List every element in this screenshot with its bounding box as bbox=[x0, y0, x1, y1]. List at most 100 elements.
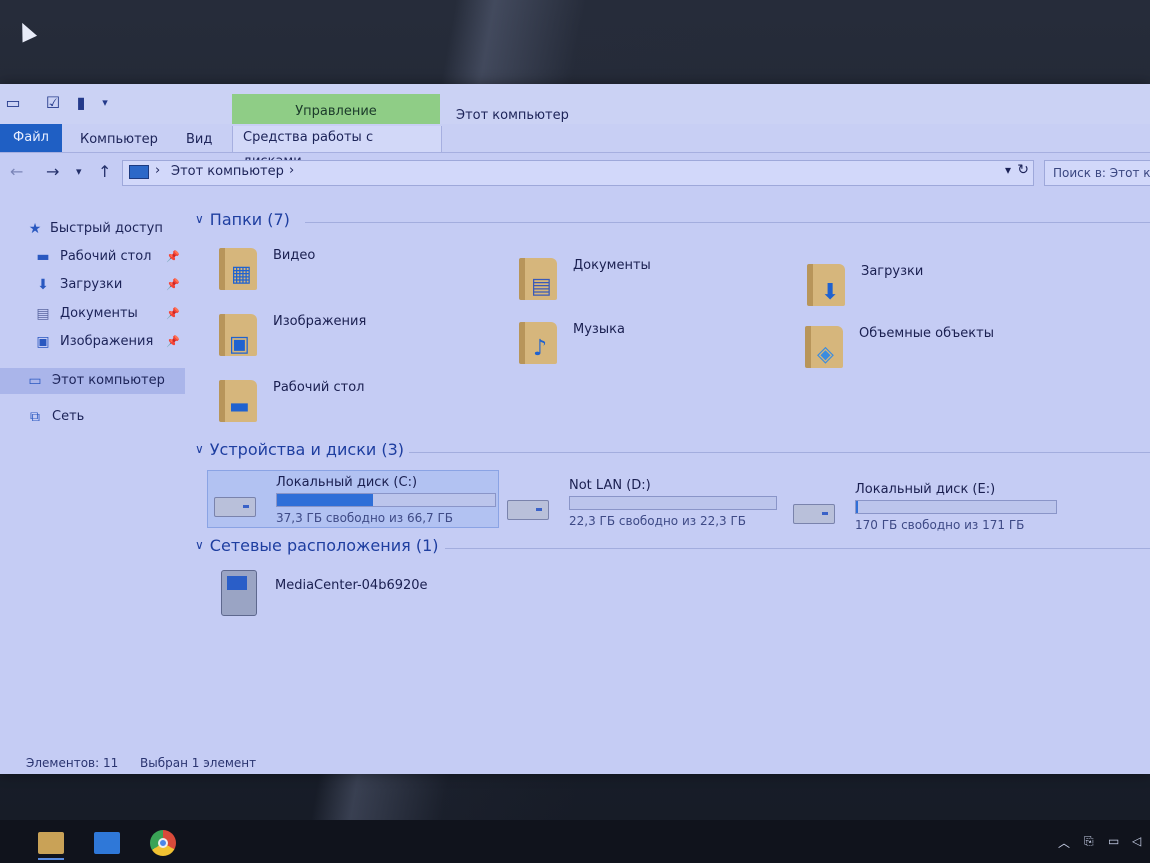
drive-usage-fill bbox=[277, 494, 373, 506]
pin-icon[interactable]: 📌 bbox=[166, 301, 180, 327]
network-location-item[interactable]: MediaCenter-04b6920e bbox=[195, 566, 495, 622]
download-arrow-icon: ⬇ bbox=[37, 277, 49, 293]
drive-icon bbox=[793, 504, 835, 524]
taskbar: ︿ ⎘ ▭ ◁ bbox=[0, 820, 1150, 863]
mail-taskbar-icon[interactable] bbox=[94, 832, 120, 854]
sidebar-item-this-pc[interactable]: ▭ Этот компьютер bbox=[0, 368, 185, 394]
drive-name: Локальный диск (C:) bbox=[276, 475, 418, 490]
folder-item[interactable]: ▦ Видео bbox=[219, 244, 479, 298]
up-arrow-icon[interactable]: ↑ bbox=[98, 162, 111, 182]
section-header-folders[interactable]: ∨ Папки (7) bbox=[195, 210, 290, 229]
sidebar-item-label: Этот компьютер bbox=[52, 373, 165, 388]
drive-usage-bar bbox=[276, 493, 496, 507]
sidebar-item-desktop[interactable]: ▬ Рабочий стол 📌 bbox=[0, 244, 185, 270]
chevron-down-icon: ∨ bbox=[195, 538, 204, 552]
sidebar-item-network[interactable]: ⧉ Сеть bbox=[0, 404, 185, 430]
picture-icon: ▣ bbox=[36, 334, 50, 350]
navigation-pane: ★ Быстрый доступ ▬ Рабочий стол 📌 ⬇ Загр… bbox=[0, 212, 190, 752]
section-header-network[interactable]: ∨ Сетевые расположения (1) bbox=[195, 536, 438, 555]
drive-usage-bar bbox=[569, 496, 777, 510]
navigation-bar: ← → ▾ ↑ › Этот компьютер › ▾ ↻ Поиск в: … bbox=[0, 156, 1150, 188]
chevron-down-icon: ∨ bbox=[195, 442, 204, 456]
tab-view[interactable]: Вид bbox=[176, 128, 222, 152]
properties-icon[interactable]: ☑ bbox=[44, 94, 62, 112]
pin-icon[interactable]: 📌 bbox=[166, 329, 180, 355]
tray-usb-icon[interactable]: ⎘ bbox=[1084, 834, 1094, 849]
windows-drive-icon bbox=[214, 497, 256, 517]
breadcrumb-separator: › bbox=[155, 163, 161, 178]
chevron-down-icon: ∨ bbox=[195, 212, 204, 226]
search-input[interactable]: Поиск в: Этот компьютер bbox=[1044, 160, 1150, 186]
recent-locations-icon[interactable]: ▾ bbox=[76, 162, 82, 182]
item-count: Элементов: 11 bbox=[26, 756, 119, 770]
drive-item-d[interactable]: Not LAN (D:) 22,3 ГБ свободно из 22,3 ГБ bbox=[501, 474, 791, 530]
drive-item-e[interactable]: Локальный диск (E:) 170 ГБ свободно из 1… bbox=[787, 478, 1077, 534]
sidebar-item-quick-access[interactable]: ★ Быстрый доступ bbox=[0, 216, 185, 242]
customize-toolbar-icon[interactable]: ▾ bbox=[96, 94, 114, 112]
window-title: Этот компьютер bbox=[456, 108, 569, 123]
forward-arrow-icon[interactable]: → bbox=[46, 162, 59, 182]
breadcrumb-this-pc[interactable]: Этот компьютер bbox=[171, 164, 284, 179]
network-location-name: MediaCenter-04b6920e bbox=[275, 578, 428, 593]
folder-item[interactable]: ◈ Объемные объекты bbox=[805, 322, 1065, 376]
ribbon-tabs: Файл Компьютер Вид Средства работы с дис… bbox=[0, 124, 1150, 169]
computer-icon bbox=[129, 165, 149, 179]
film-icon: ▦ bbox=[231, 262, 252, 287]
picture-icon: ▣ bbox=[229, 332, 250, 357]
sidebar-item-documents[interactable]: ▤ Документы 📌 bbox=[0, 301, 185, 327]
desktop-icon: ▬ bbox=[229, 394, 250, 419]
network-location-item[interactable] bbox=[195, 652, 495, 708]
file-explorer-taskbar-icon[interactable] bbox=[38, 832, 64, 860]
folder-name: Объемные объекты bbox=[859, 326, 994, 341]
sidebar-item-label: Изображения bbox=[60, 334, 154, 349]
sidebar-item-label: Документы bbox=[60, 306, 138, 321]
document-icon: ▤ bbox=[36, 306, 50, 322]
new-folder-icon[interactable]: ▮ bbox=[72, 94, 90, 112]
desktop-icon: ▬ bbox=[36, 249, 50, 265]
content-area: ∨ Папки (7) ▦ Видео ▤ Документы ⬇ Загрузк… bbox=[195, 204, 1150, 764]
folder-item[interactable]: ▣ Изображения bbox=[219, 310, 479, 364]
network-icon: ⧉ bbox=[30, 409, 40, 425]
context-group-label: Управление bbox=[295, 104, 377, 119]
address-dropdown-icon[interactable]: ▾ bbox=[1005, 163, 1011, 177]
title-bar: ▭ ☑ ▮ ▾ Управление Этот компьютер bbox=[0, 84, 1150, 128]
address-bar[interactable]: › Этот компьютер › ▾ ↻ bbox=[122, 160, 1034, 186]
drive-usage-bar bbox=[855, 500, 1057, 514]
3d-cube-icon: ◈ bbox=[817, 342, 834, 367]
folder-item[interactable]: ⬇ Загрузки bbox=[807, 260, 1067, 314]
back-arrow-icon[interactable]: ← bbox=[10, 162, 23, 182]
section-divider bbox=[409, 452, 1150, 453]
drive-free-space: 22,3 ГБ свободно из 22,3 ГБ bbox=[569, 514, 747, 528]
folder-name: Документы bbox=[573, 258, 651, 273]
file-explorer-window: ▭ ☑ ▮ ▾ Управление Этот компьютер Файл К… bbox=[0, 84, 1150, 774]
folder-item[interactable]: ▬ Рабочий стол bbox=[219, 376, 479, 430]
refresh-icon[interactable]: ↻ bbox=[1017, 162, 1029, 178]
sidebar-item-label: Рабочий стол bbox=[60, 249, 152, 264]
folder-item[interactable]: ▤ Документы bbox=[519, 254, 779, 308]
media-screen-icon bbox=[227, 576, 247, 590]
tray-volume-icon[interactable]: ◁ bbox=[1132, 834, 1141, 848]
drive-item-c[interactable]: Локальный диск (C:) 37,3 ГБ свободно из … bbox=[207, 470, 499, 528]
tray-chevron-icon[interactable]: ︿ bbox=[1058, 834, 1070, 851]
sidebar-item-downloads[interactable]: ⬇ Загрузки 📌 bbox=[0, 272, 185, 298]
drive-icon bbox=[507, 500, 549, 520]
sidebar-item-pictures[interactable]: ▣ Изображения 📌 bbox=[0, 329, 185, 355]
pin-icon[interactable]: 📌 bbox=[166, 272, 180, 298]
download-arrow-icon: ⬇ bbox=[821, 280, 840, 305]
folder-name: Загрузки bbox=[861, 264, 924, 279]
tray-network-icon[interactable]: ▭ bbox=[1108, 834, 1119, 848]
section-title: Сетевые расположения (1) bbox=[209, 536, 439, 555]
folder-item[interactable]: ♪ Музыка bbox=[519, 318, 779, 372]
selection-count: Выбран 1 элемент bbox=[140, 756, 257, 770]
pin-icon[interactable]: 📌 bbox=[166, 244, 180, 270]
tab-disk-tools[interactable]: Средства работы с дисками bbox=[232, 126, 442, 169]
status-bar: Элементов: 11 Выбран 1 элемент bbox=[0, 750, 1150, 774]
drive-name: Not LAN (D:) bbox=[569, 478, 651, 493]
chrome-taskbar-icon[interactable] bbox=[150, 830, 176, 856]
sidebar-item-label: Загрузки bbox=[60, 277, 123, 292]
tab-computer[interactable]: Компьютер bbox=[70, 128, 168, 152]
section-header-devices[interactable]: ∨ Устройства и диски (3) bbox=[195, 440, 404, 459]
folder-name: Музыка bbox=[573, 322, 625, 337]
document-icon: ▤ bbox=[531, 274, 552, 299]
tab-file[interactable]: Файл bbox=[0, 124, 62, 152]
